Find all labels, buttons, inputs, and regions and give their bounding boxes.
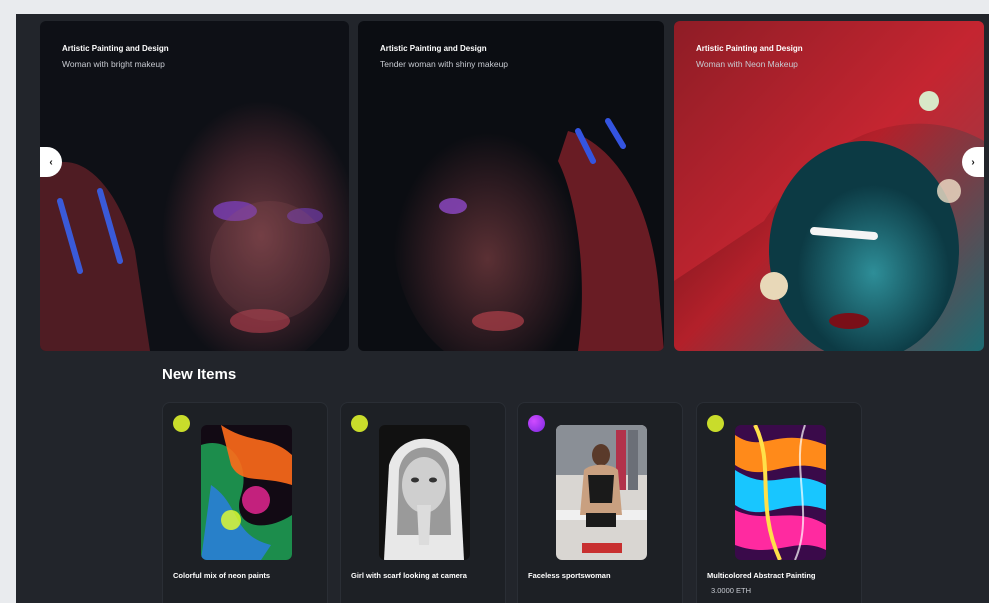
- item-price: 3.0000 ETH: [711, 586, 752, 595]
- slide-title: Woman with Neon Makeup: [696, 59, 798, 69]
- slide-category: Artistic Painting and Design: [380, 44, 487, 53]
- item-title[interactable]: Colorful mix of neon paints: [173, 571, 270, 580]
- item-card[interactable]: Multicolored Abstract Painting 3.0000 ET…: [696, 402, 862, 603]
- item-title[interactable]: Faceless sportswoman: [528, 571, 611, 580]
- chevron-right-icon: ›: [971, 156, 975, 168]
- avatar[interactable]: [173, 415, 190, 432]
- slide-image: [40, 21, 349, 351]
- slide-category: Artistic Painting and Design: [62, 44, 169, 53]
- hero-carousel: Artistic Painting and Design Woman with …: [40, 21, 984, 351]
- app-window: Artistic Painting and Design Woman with …: [16, 14, 989, 603]
- item-title[interactable]: Multicolored Abstract Painting: [707, 571, 815, 580]
- item-card[interactable]: Colorful mix of neon paints: [162, 402, 328, 603]
- item-image[interactable]: [379, 425, 470, 560]
- slide-title: Tender woman with shiny makeup: [380, 59, 509, 69]
- avatar[interactable]: [707, 415, 724, 432]
- item-image[interactable]: [201, 425, 292, 560]
- slide-image: [358, 21, 664, 351]
- carousel-slide[interactable]: Artistic Painting and Design Tender woma…: [358, 21, 664, 351]
- item-card[interactable]: Faceless sportswoman: [517, 402, 683, 603]
- carousel-slide[interactable]: Artistic Painting and Design Woman with …: [674, 21, 984, 351]
- carousel-next-button[interactable]: ›: [962, 147, 984, 177]
- slide-image: [674, 21, 984, 351]
- item-image[interactable]: [735, 425, 826, 560]
- avatar[interactable]: [528, 415, 545, 432]
- slide-title: Woman with bright makeup: [62, 59, 165, 69]
- carousel-slide[interactable]: Artistic Painting and Design Woman with …: [40, 21, 349, 351]
- slide-category: Artistic Painting and Design: [696, 44, 803, 53]
- item-title[interactable]: Girl with scarf looking at camera: [351, 571, 467, 580]
- section-title: New Items: [162, 366, 237, 383]
- avatar[interactable]: [351, 415, 368, 432]
- item-image[interactable]: [556, 425, 647, 560]
- item-card[interactable]: Girl with scarf looking at camera: [340, 402, 506, 603]
- chevron-left-icon: ‹: [49, 156, 53, 168]
